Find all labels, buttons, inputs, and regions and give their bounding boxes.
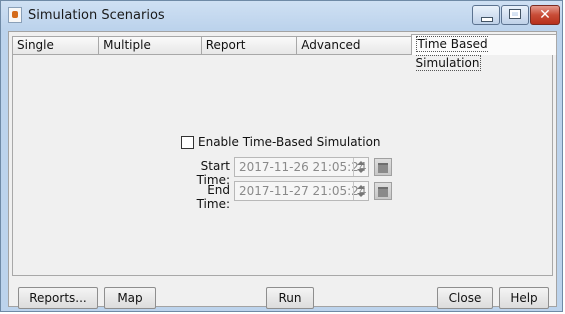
tab-multiple-failures[interactable]: Multiple Failures: [98, 36, 202, 69]
maximize-icon: [509, 9, 521, 19]
tab-time-based-simulation-label: Time Based Simulation: [415, 36, 488, 71]
spinner-down-icon[interactable]: [357, 169, 365, 173]
close-button[interactable]: Close: [437, 287, 493, 309]
tab-time-based-simulation[interactable]: Time Based Simulation: [410, 34, 557, 71]
reports-button[interactable]: Reports...: [18, 287, 98, 309]
end-time-calendar-icon[interactable]: [374, 182, 392, 200]
title-bar[interactable]: Simulation Scenarios ✕: [1, 1, 562, 30]
maximize-button[interactable]: [501, 5, 529, 25]
close-window-button[interactable]: ✕: [530, 5, 560, 25]
enable-time-based-checkbox[interactable]: [181, 135, 194, 149]
start-time-arrows[interactable]: [353, 158, 368, 176]
java-app-icon: [8, 7, 22, 23]
map-button[interactable]: Map: [104, 287, 156, 309]
end-time-arrows[interactable]: [353, 182, 368, 200]
enable-time-based-label: Enable Time-Based Simulation: [198, 135, 381, 149]
close-icon: ✕: [539, 7, 551, 23]
time-based-simulation-panel: Enable Time-Based Simulation Start Time:…: [12, 54, 553, 276]
help-button[interactable]: Help: [499, 287, 549, 309]
end-time-spinner[interactable]: 2017-11-27 21:05:24: [234, 181, 369, 201]
spinner-up-icon[interactable]: [357, 185, 365, 189]
window-title: Simulation Scenarios: [28, 8, 165, 23]
end-time-value: 2017-11-27 21:05:24: [239, 184, 367, 198]
start-time-calendar-icon[interactable]: [374, 158, 392, 176]
spinner-up-icon[interactable]: [357, 161, 365, 165]
start-time-spinner[interactable]: 2017-11-26 21:05:24: [234, 157, 369, 177]
start-time-value: 2017-11-26 21:05:24: [239, 160, 367, 174]
tab-report-options[interactable]: Report Options: [200, 36, 298, 69]
dialog-content: Single Failure Multiple Failures Report …: [8, 31, 557, 309]
tab-strip: Single Failure Multiple Failures Report …: [12, 34, 557, 71]
spinner-down-icon[interactable]: [357, 193, 365, 197]
enable-time-based-row[interactable]: Enable Time-Based Simulation: [181, 135, 381, 149]
end-time-label: End Time:: [196, 183, 230, 211]
tab-advanced-options[interactable]: Advanced Options: [296, 36, 412, 69]
run-button[interactable]: Run: [266, 287, 314, 309]
minimize-button[interactable]: [472, 5, 500, 25]
minimize-icon: [481, 17, 493, 22]
tab-single-failure[interactable]: Single Failure: [12, 36, 100, 69]
simulation-scenarios-window: Simulation Scenarios ✕ Single Failure Mu…: [0, 0, 563, 312]
